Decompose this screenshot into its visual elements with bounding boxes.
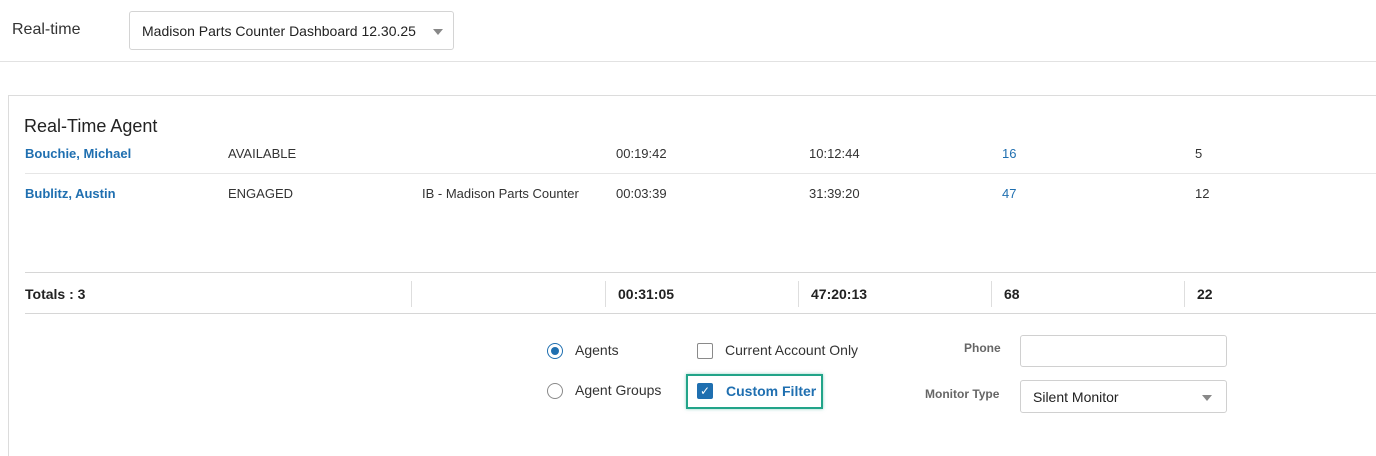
agent-name-link[interactable]: Bublitz, Austin bbox=[25, 186, 116, 201]
totals-label: Totals : 3 bbox=[25, 286, 86, 302]
top-bar: Real-time Madison Parts Counter Dashboar… bbox=[0, 0, 1376, 62]
dashboard-select-value: Madison Parts Counter Dashboard 12.30.25 bbox=[142, 23, 416, 39]
table-row[interactable]: Bouchie, Michael AVAILABLE 00:19:42 10:1… bbox=[25, 141, 1376, 174]
monitor-type-select[interactable]: Silent Monitor bbox=[1020, 380, 1227, 413]
phone-input[interactable] bbox=[1020, 335, 1227, 367]
agent-other-count: 5 bbox=[1195, 146, 1203, 161]
agent-table-body[interactable]: Bouchie, Michael AVAILABLE 00:19:42 10:1… bbox=[25, 141, 1376, 213]
monitor-type-value: Silent Monitor bbox=[1033, 389, 1119, 405]
agent-state-time: 00:19:42 bbox=[616, 146, 667, 161]
agent-state-time: 00:03:39 bbox=[616, 186, 667, 201]
phone-label: Phone bbox=[964, 341, 1001, 355]
agent-queue: IB - Madison Parts Counter bbox=[422, 186, 579, 201]
agent-login-time: 31:39:20 bbox=[809, 186, 860, 201]
dashboard-select[interactable]: Madison Parts Counter Dashboard 12.30.25 bbox=[129, 11, 454, 50]
totals-login-time: 47:20:13 bbox=[811, 286, 868, 302]
agent-other-count: 12 bbox=[1195, 186, 1210, 201]
column-divider bbox=[1184, 281, 1185, 307]
custom-filter-checkbox[interactable]: ✓ bbox=[697, 383, 713, 399]
agent-state: ENGAGED bbox=[228, 186, 294, 201]
current-account-only-label: Current Account Only bbox=[725, 342, 859, 358]
chevron-down-icon bbox=[1202, 395, 1212, 401]
totals-row: Totals : 3 00:31:05 47:20:13 68 22 bbox=[25, 272, 1376, 314]
totals-calls: 68 bbox=[1004, 286, 1020, 302]
monitor-type-label: Monitor Type bbox=[925, 387, 1000, 401]
agent-login-time: 10:12:44 bbox=[809, 146, 860, 161]
agent-state: AVAILABLE bbox=[228, 146, 297, 161]
column-divider bbox=[411, 281, 412, 307]
custom-filter-label[interactable]: Custom Filter bbox=[726, 383, 816, 399]
chevron-down-icon bbox=[433, 29, 443, 35]
agent-groups-radio[interactable] bbox=[547, 383, 563, 399]
check-icon: ✓ bbox=[699, 384, 711, 398]
agent-groups-radio-label: Agent Groups bbox=[575, 382, 662, 398]
agent-calls-link[interactable]: 47 bbox=[1002, 186, 1016, 201]
agent-name-link[interactable]: Bouchie, Michael bbox=[25, 146, 131, 161]
current-account-only-checkbox[interactable] bbox=[697, 343, 713, 359]
agents-radio[interactable] bbox=[547, 343, 563, 359]
agents-radio-label: Agents bbox=[575, 342, 619, 358]
agent-calls-link[interactable]: 16 bbox=[1002, 146, 1016, 161]
page-title: Real-time bbox=[12, 21, 81, 38]
panel-title: Real-Time Agent bbox=[24, 116, 158, 136]
totals-state-time: 00:31:05 bbox=[618, 286, 675, 302]
column-divider bbox=[798, 281, 799, 307]
column-divider bbox=[605, 281, 606, 307]
table-row[interactable]: Bublitz, Austin ENGAGED IB - Madison Par… bbox=[25, 174, 1376, 213]
column-divider bbox=[991, 281, 992, 307]
totals-other: 22 bbox=[1197, 286, 1213, 302]
